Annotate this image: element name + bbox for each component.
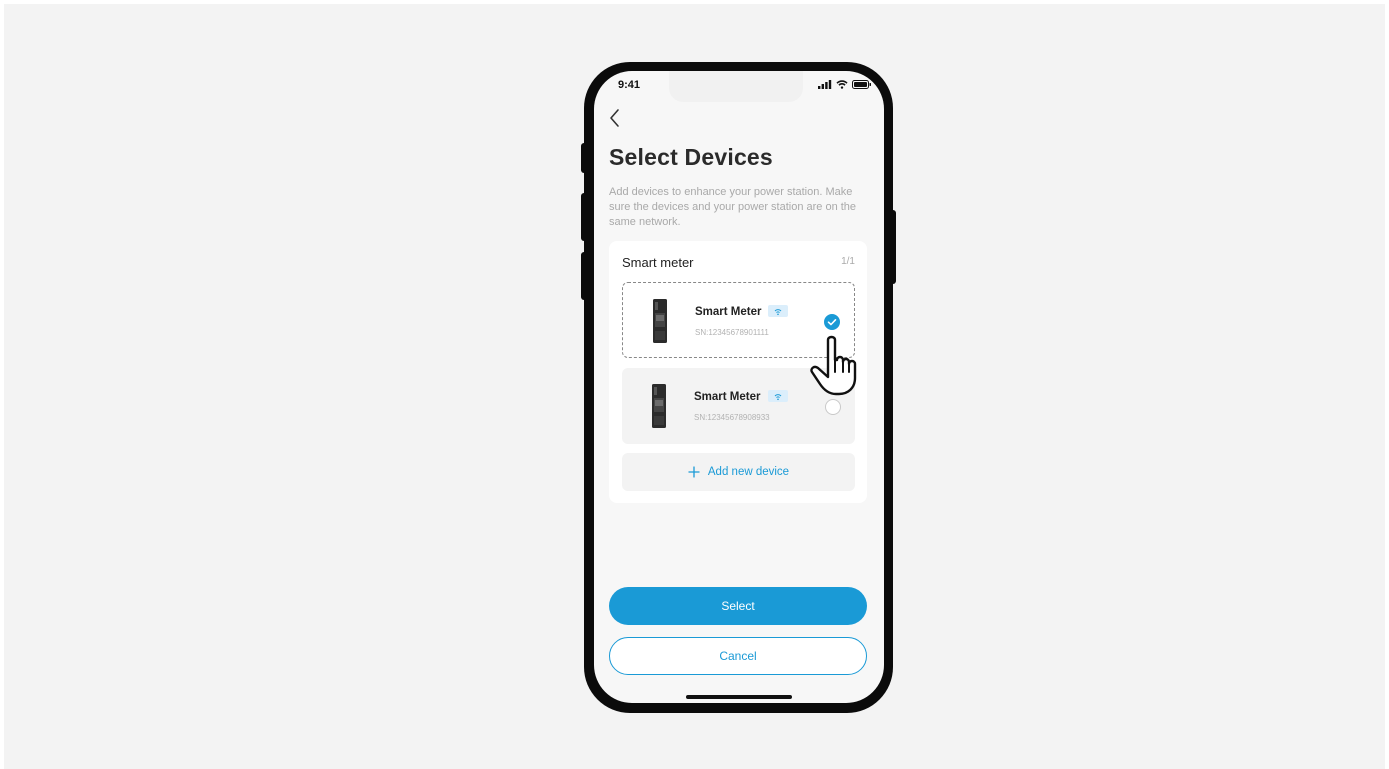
- signal-icon: [818, 80, 832, 89]
- smart-meter-image: [652, 384, 666, 428]
- wifi-badge-icon: [768, 305, 788, 317]
- back-chevron-icon[interactable]: [606, 107, 626, 129]
- add-device-label: Add new device: [707, 466, 790, 478]
- device-name: Smart Meter: [695, 306, 762, 318]
- page-title: Select Devices: [609, 144, 773, 170]
- checkmark-icon: [827, 319, 837, 326]
- plus-icon: [688, 466, 700, 478]
- select-button[interactable]: Select: [609, 587, 867, 625]
- page-description: Add devices to enhance your power statio…: [609, 186, 857, 228]
- device-serial: SN:12345678901111: [695, 328, 769, 337]
- cancel-button[interactable]: Cancel: [609, 637, 867, 675]
- battery-icon: [852, 80, 871, 89]
- wifi-badge-icon: [768, 390, 788, 402]
- card-count: 1/1: [841, 256, 855, 267]
- selected-radio[interactable]: [824, 314, 840, 330]
- card-header: Smart meter: [622, 255, 694, 270]
- notch: [669, 71, 803, 102]
- smart-meter-image: [653, 299, 667, 343]
- pointer-hand-icon: [810, 335, 857, 396]
- wifi-icon: [836, 80, 848, 89]
- home-indicator: [686, 695, 792, 699]
- unselected-radio[interactable]: [825, 399, 841, 415]
- device-name: Smart Meter: [694, 391, 761, 403]
- device-serial: SN:12345678908933: [694, 413, 770, 422]
- add-device-button[interactable]: Add new device: [622, 453, 855, 491]
- status-time: 9:41: [618, 79, 641, 91]
- status-icons: [818, 80, 872, 89]
